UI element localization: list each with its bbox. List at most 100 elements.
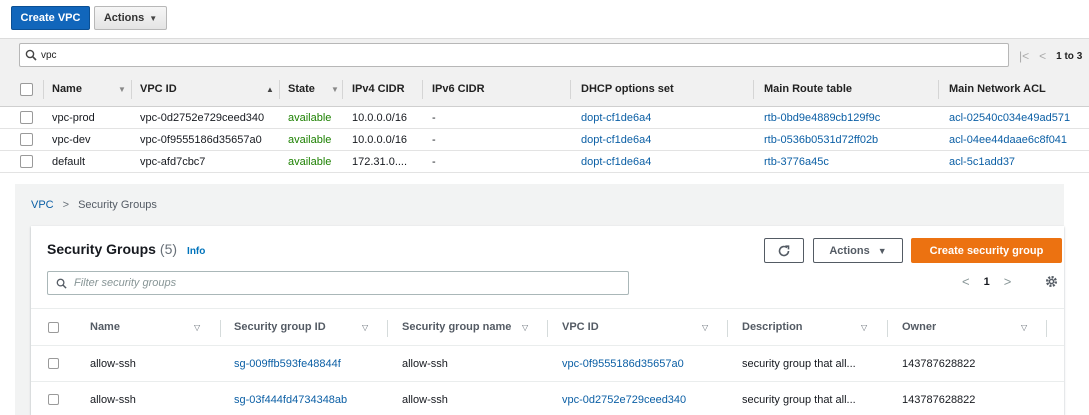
sg-search-input[interactable] xyxy=(74,277,594,289)
col-name[interactable]: Name xyxy=(90,309,120,345)
breadcrumb-current: Security Groups xyxy=(78,199,157,211)
filter-down-icon[interactable]: ▽ xyxy=(861,309,867,345)
security-groups-page: VPC > Security Groups Security Groups (5… xyxy=(15,184,1064,415)
network-acl-link[interactable]: acl-04ee44daae6c8f041 xyxy=(949,129,1067,150)
refresh-button[interactable] xyxy=(764,238,804,263)
network-acl-link[interactable]: acl-5c1add37 xyxy=(949,151,1015,172)
first-page-icon[interactable]: |< xyxy=(1019,49,1029,63)
filter-down-icon[interactable]: ▽ xyxy=(194,309,200,345)
vpc-filter-bar: vpc |< < 1 to 3 xyxy=(0,38,1089,72)
search-icon xyxy=(25,49,37,61)
sg-search-field[interactable] xyxy=(47,271,629,295)
gear-icon[interactable] xyxy=(1044,274,1059,292)
sg-description: security group that all... xyxy=(742,357,856,370)
filter-down-icon[interactable]: ▽ xyxy=(702,309,708,345)
select-all-checkbox[interactable] xyxy=(48,309,59,345)
info-link[interactable]: Info xyxy=(187,246,205,257)
vpc-row[interactable]: default vpc-afd7cbc7 available 172.31.0.… xyxy=(0,151,1089,173)
caret-down-icon: ▼ xyxy=(149,13,158,23)
vpc-ipv6: - xyxy=(432,111,436,124)
sg-name: allow-ssh xyxy=(90,357,136,370)
refresh-icon xyxy=(778,244,790,256)
col-state[interactable]: State xyxy=(288,72,315,106)
prev-page-icon[interactable]: < xyxy=(1039,49,1046,63)
sg-id-link[interactable]: sg-009ffb593fe48844f xyxy=(234,346,341,381)
sg-description: security group that all... xyxy=(742,393,856,406)
search-icon xyxy=(56,278,67,289)
vpc-id: vpc-0d2752e729ceed340 xyxy=(140,111,265,124)
sg-actions-button[interactable]: Actions ▼ xyxy=(813,238,903,263)
sg-actions-label: Actions xyxy=(829,244,870,257)
sg-pager: < 1 > xyxy=(962,274,1011,289)
sg-table-row[interactable]: allow-ssh sg-009ffb593fe48844f allow-ssh… xyxy=(31,346,1064,382)
vpc-ipv6: - xyxy=(432,133,436,146)
chevron-right-icon: > xyxy=(62,199,70,211)
select-all-checkbox[interactable] xyxy=(20,72,33,106)
row-checkbox[interactable] xyxy=(20,129,33,150)
breadcrumb-vpc-link[interactable]: VPC xyxy=(31,199,54,211)
state-sort-icon[interactable]: ▼ xyxy=(331,72,339,106)
vpc-name: vpc-dev xyxy=(52,133,91,146)
filter-down-icon[interactable]: ▽ xyxy=(362,309,368,345)
col-description[interactable]: Description xyxy=(742,309,803,345)
vpc-state: available xyxy=(288,111,332,124)
row-checkbox[interactable] xyxy=(48,382,59,415)
sg-table-row[interactable]: allow-ssh sg-03f444fd4734348ab allow-ssh… xyxy=(31,382,1064,415)
vpc-id: vpc-afd7cbc7 xyxy=(140,155,206,168)
vpc-state: available xyxy=(288,155,332,168)
panel-title: Security Groups (5) Info xyxy=(47,241,205,257)
panel-count: (5) xyxy=(159,241,178,257)
create-security-group-button[interactable]: Create security group xyxy=(911,238,1062,263)
sg-group-name: allow-ssh xyxy=(402,393,448,406)
route-table-link[interactable]: rtb-3776a45c xyxy=(764,151,829,172)
col-ipv6-cidr[interactable]: IPv6 CIDR xyxy=(432,72,485,106)
breadcrumb: VPC > Security Groups xyxy=(31,199,157,211)
network-acl-link[interactable]: acl-02540c034e49ad571 xyxy=(949,107,1070,128)
row-checkbox[interactable] xyxy=(48,346,59,381)
vpc-actions-button[interactable]: Actions ▼ xyxy=(94,6,167,30)
sg-vpc-link[interactable]: vpc-0d2752e729ceed340 xyxy=(562,382,686,415)
create-vpc-button[interactable]: Create VPC xyxy=(11,6,90,30)
col-security-group-id[interactable]: Security group ID xyxy=(234,309,326,345)
row-checkbox[interactable] xyxy=(20,107,33,128)
filter-down-icon[interactable]: ▽ xyxy=(1021,309,1027,345)
vpc-search-query: vpc xyxy=(41,49,57,61)
vpc-id: vpc-0f9555186d35657a0 xyxy=(140,133,262,146)
filter-down-icon[interactable]: ▽ xyxy=(522,309,528,345)
vpc-ipv4: 10.0.0.0/16 xyxy=(352,133,408,146)
col-vpc-id[interactable]: VPC ID xyxy=(140,72,177,106)
col-ipv4-cidr[interactable]: IPv4 CIDR xyxy=(352,72,405,106)
col-security-group-name[interactable]: Security group name xyxy=(402,309,511,345)
sg-name: allow-ssh xyxy=(90,393,136,406)
panel-title-text: Security Groups xyxy=(47,241,156,257)
col-dhcp-options[interactable]: DHCP options set xyxy=(581,72,674,106)
dhcp-link[interactable]: dopt-cf1de6a4 xyxy=(581,129,651,150)
sort-desc-icon[interactable]: ▼ xyxy=(118,72,126,106)
vpc-table: Name ▼ VPC ID ▲ State ▼ IPv4 CIDR IPv6 C… xyxy=(0,72,1089,173)
vpc-state: available xyxy=(288,133,332,146)
row-checkbox[interactable] xyxy=(20,151,33,172)
vpc-name: vpc-prod xyxy=(52,111,95,124)
col-main-route-table[interactable]: Main Route table xyxy=(764,72,852,106)
route-table-link[interactable]: rtb-0536b0531d72ff02b xyxy=(764,129,878,150)
sg-id-link[interactable]: sg-03f444fd4734348ab xyxy=(234,382,347,415)
dhcp-link[interactable]: dopt-cf1de6a4 xyxy=(581,107,651,128)
current-page[interactable]: 1 xyxy=(984,276,990,288)
vpc-row[interactable]: vpc-prod vpc-0d2752e729ceed340 available… xyxy=(0,107,1089,129)
col-name[interactable]: Name xyxy=(52,72,82,106)
caret-down-icon: ▼ xyxy=(877,245,887,256)
vpc-row[interactable]: vpc-dev vpc-0f9555186d35657a0 available … xyxy=(0,129,1089,151)
route-table-link[interactable]: rtb-0bd9e4889cb129f9c xyxy=(764,107,880,128)
sort-asc-icon[interactable]: ▲ xyxy=(266,72,274,106)
prev-page-icon[interactable]: < xyxy=(962,274,970,289)
next-page-icon[interactable]: > xyxy=(1004,274,1012,289)
col-main-network-acl[interactable]: Main Network ACL xyxy=(949,72,1046,106)
sg-table-header: Name ▽ Security group ID ▽ Security grou… xyxy=(31,308,1064,346)
col-owner[interactable]: Owner xyxy=(902,309,936,345)
col-vpc-id[interactable]: VPC ID xyxy=(562,309,599,345)
dhcp-link[interactable]: dopt-cf1de6a4 xyxy=(581,151,651,172)
vpc-table-header: Name ▼ VPC ID ▲ State ▼ IPv4 CIDR IPv6 C… xyxy=(0,72,1089,107)
vpc-search-input[interactable]: vpc xyxy=(19,43,1009,67)
vpc-toolbar: Create VPC Actions ▼ xyxy=(0,0,1089,38)
sg-vpc-link[interactable]: vpc-0f9555186d35657a0 xyxy=(562,346,684,381)
